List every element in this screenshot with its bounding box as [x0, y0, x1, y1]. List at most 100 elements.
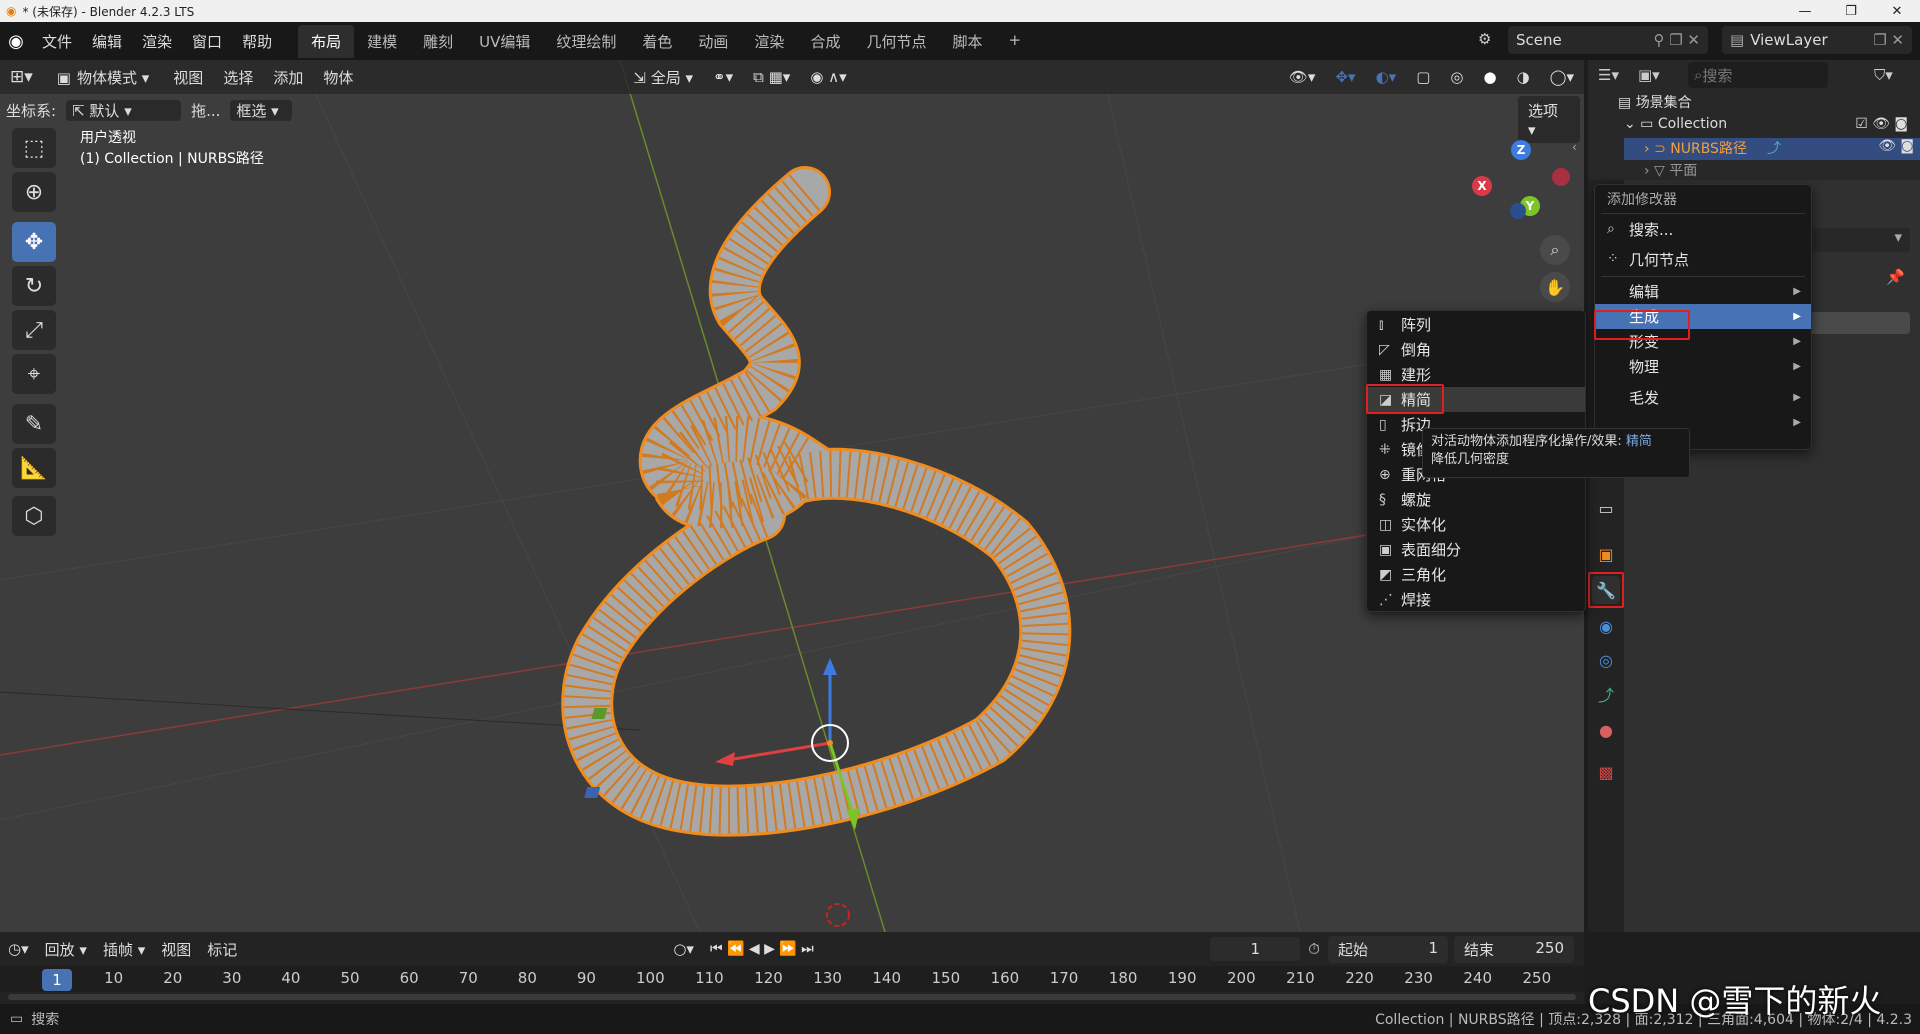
timeline-editor-icon[interactable]: ◷▾: [0, 940, 37, 958]
geometry-nodes-item[interactable]: ⁘ 几何节点: [1595, 244, 1811, 274]
preview-range-icon[interactable]: ⏱: [1300, 940, 1328, 958]
modifier-screw[interactable]: § 螺旋: [1367, 487, 1585, 512]
outliner-type-icon[interactable]: ☰▾: [1598, 66, 1619, 84]
scene-selector[interactable]: Scene ⚲ ❐ ✕: [1508, 26, 1708, 54]
tab-scripting[interactable]: 脚本: [939, 25, 995, 58]
tab-rendering[interactable]: 渲染: [741, 25, 797, 58]
editor-type-icon[interactable]: ⊞▾: [0, 67, 43, 87]
modifier-subdivision[interactable]: ▣ 表面细分: [1367, 537, 1585, 562]
move-tool[interactable]: ✥: [12, 222, 56, 262]
shading-material-icon[interactable]: ◑: [1507, 68, 1540, 86]
shading-wireframe-icon[interactable]: ◎: [1440, 68, 1473, 86]
outliner-item-nurbs[interactable]: › ⊃ NURBS路径 ⤴ 👁 ◙: [1624, 138, 1920, 160]
3d-viewport[interactable]: ⊞▾ ▣ 物体模式 ▾ 视图 选择 添加 物体 ⇲ 全局 ▾ ⚭▾ ⧉ ▦▾ ◉ …: [0, 60, 1584, 932]
proportional-edit-icon[interactable]: ◉ ∧▾: [800, 68, 856, 86]
options-dropdown[interactable]: 选项 ▾: [1518, 96, 1580, 143]
props-dropdown[interactable]: ▾: [1810, 228, 1910, 252]
coord-dropdown[interactable]: ⇱ 默认 ▾: [66, 99, 182, 121]
nurbs-visibility-icons[interactable]: 👁 ◙: [1878, 138, 1914, 154]
menu-help[interactable]: 帮助: [232, 31, 282, 52]
drag-label[interactable]: 拖...: [185, 100, 226, 121]
transform-orientation[interactable]: ⇲ 全局 ▾: [623, 67, 703, 88]
menu-select[interactable]: 选择: [213, 67, 263, 88]
tab-geometry-nodes[interactable]: 几何节点: [853, 25, 939, 58]
gizmo-x-head[interactable]: [715, 752, 735, 766]
tab-render-icon[interactable]: ▭: [1592, 494, 1620, 522]
shading-rendered-icon[interactable]: ◯▾: [1540, 68, 1584, 86]
overlay-toggle-icon[interactable]: ◐▾: [1366, 68, 1407, 86]
collection-row[interactable]: ⌄ ▭ Collection ☑ 👁 ◙: [1624, 116, 1914, 132]
select-mode-dropdown[interactable]: 框选 ▾: [230, 99, 293, 121]
outliner-search-field[interactable]: ⌕ 搜索: [1688, 62, 1828, 88]
playback-controls[interactable]: ⏮ ⏪ ◀ ▶ ⏩ ⏭: [702, 941, 822, 957]
transform-tool[interactable]: ⌖: [12, 354, 56, 394]
close-window-button[interactable]: ✕: [1874, 4, 1920, 19]
tab-object-icon[interactable]: ▣: [1592, 540, 1620, 568]
modifier-array[interactable]: ⫾ 阵列: [1367, 312, 1585, 337]
menu-keying[interactable]: 插帧 ▾: [95, 939, 153, 960]
select-box-tool[interactable]: ⬚: [12, 128, 56, 168]
pivot-point-icon[interactable]: ⚭▾: [703, 68, 743, 86]
visibility-icon[interactable]: 👁▾: [1279, 68, 1326, 86]
shading-solid-icon[interactable]: ●: [1473, 68, 1506, 86]
nurbs-expand-icon[interactable]: ›: [1644, 141, 1654, 157]
collection-expand-icon[interactable]: ⌄ ▭: [1624, 116, 1658, 132]
tab-particles-icon[interactable]: ◉: [1592, 612, 1620, 640]
blender-menu-icon[interactable]: ◉: [0, 31, 32, 52]
tab-texture-paint[interactable]: 纹理绘制: [543, 25, 629, 58]
scale-tool[interactable]: ⤢: [12, 310, 56, 350]
menu-add[interactable]: 添加: [263, 67, 313, 88]
display-mode-icon[interactable]: ▣▾: [1638, 66, 1660, 84]
category-physics[interactable]: 物理 ▶: [1595, 354, 1811, 379]
tab-physics-icon[interactable]: ◎: [1592, 646, 1620, 674]
menu-object[interactable]: 物体: [313, 67, 363, 88]
end-frame-field[interactable]: 结束 250: [1454, 935, 1574, 963]
scene-icon[interactable]: ⚙: [1478, 30, 1491, 48]
tab-material-icon[interactable]: ●: [1592, 716, 1620, 744]
tab-animation[interactable]: 动画: [685, 25, 741, 58]
pan-hand-icon[interactable]: ✋: [1540, 272, 1570, 302]
outliner-item-plane[interactable]: › ▽ 平面: [1644, 160, 1920, 178]
menu-marker[interactable]: 标记: [199, 939, 245, 960]
category-hair[interactable]: 毛发 ▶: [1595, 385, 1811, 410]
tab-modeling[interactable]: 建模: [354, 25, 410, 58]
menu-view[interactable]: 视图: [163, 67, 213, 88]
filter-icon[interactable]: ⛉▾: [1874, 66, 1893, 84]
modifier-solidify[interactable]: ◫ 实体化: [1367, 512, 1585, 537]
zoom-icon[interactable]: ⌕: [1540, 235, 1570, 265]
axis-z-icon[interactable]: Z: [1511, 140, 1531, 160]
modifier-bevel[interactable]: ◸ 倒角: [1367, 337, 1585, 362]
add-workspace-button[interactable]: +: [995, 25, 1034, 58]
menu-render[interactable]: 渲染: [132, 31, 182, 52]
cursor-tool[interactable]: ⊕: [12, 172, 56, 212]
gizmo-plane-xy[interactable]: [584, 787, 601, 798]
pin-icon[interactable]: 📌: [1886, 268, 1905, 286]
menu-window[interactable]: 窗口: [182, 31, 232, 52]
menu-edit[interactable]: 编辑: [82, 31, 132, 52]
category-edit[interactable]: 编辑 ▶: [1595, 279, 1811, 304]
measure-tool[interactable]: 📐: [12, 448, 56, 488]
viewlayer-actions-icon[interactable]: ❐ ✕: [1873, 31, 1904, 49]
current-frame-indicator[interactable]: 1: [42, 969, 72, 991]
record-icon[interactable]: ○▾: [665, 940, 702, 958]
minimize-button[interactable]: —: [1782, 4, 1828, 19]
tab-compositing[interactable]: 合成: [797, 25, 853, 58]
annotate-tool[interactable]: ✎: [12, 404, 56, 444]
menu-playback[interactable]: 回放 ▾: [37, 939, 95, 960]
axis-neg-z-icon[interactable]: [1510, 203, 1526, 219]
tab-sculpting[interactable]: 雕刻: [410, 25, 466, 58]
scene-pin-icon[interactable]: ⚲ ❐ ✕: [1653, 31, 1700, 49]
axis-x-icon[interactable]: X: [1472, 176, 1492, 196]
viewlayer-selector[interactable]: ▤ ViewLayer ❐ ✕: [1722, 26, 1912, 54]
rotate-tool[interactable]: ↻: [12, 266, 56, 306]
add-cube-tool[interactable]: ⬡: [12, 496, 56, 536]
maximize-button[interactable]: ❐: [1828, 4, 1874, 19]
timeline-scrollbar[interactable]: [8, 994, 1576, 1000]
current-frame-field[interactable]: 1: [1210, 937, 1301, 961]
frame-ruler[interactable]: 10 20 30 40 50 60 70 80 90 100 110 120 130 140 150 160 1…: [0, 966, 1584, 992]
modifier-search-item[interactable]: ⌕ 搜索...: [1595, 214, 1811, 244]
modifier-weld[interactable]: ⋰ 焊接: [1367, 587, 1585, 612]
menu-file[interactable]: 文件: [32, 31, 82, 52]
gizmo-toggle-icon[interactable]: ✥▾: [1325, 68, 1365, 86]
tab-shading[interactable]: 着色: [629, 25, 685, 58]
